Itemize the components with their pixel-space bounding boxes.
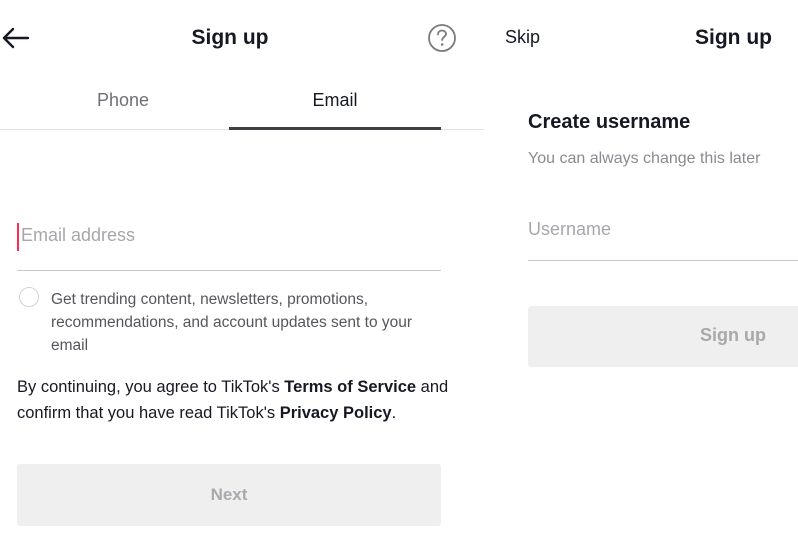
legal-suffix: .: [391, 403, 397, 422]
skip-button[interactable]: Skip: [505, 27, 540, 48]
create-username-heading: Create username: [528, 111, 691, 133]
legal-notice: By continuing, you agree to TikTok's Ter…: [17, 375, 457, 426]
legal-prefix: By continuing, you agree to TikTok's: [17, 378, 285, 396]
privacy-policy-link[interactable]: Privacy Policy: [280, 404, 392, 422]
signup-email-screen: Sign up Phone Email Email address Get tr…: [0, 0, 484, 536]
terms-of-service-link[interactable]: Terms of Service: [284, 378, 416, 396]
tab-email[interactable]: Email: [270, 90, 400, 111]
tab-phone[interactable]: Phone: [60, 90, 186, 111]
question-circle-icon[interactable]: [427, 23, 457, 53]
create-username-screen: Skip Sign up Create username You can alw…: [484, 0, 798, 536]
signup-button-label: Sign up: [700, 325, 766, 345]
active-tab-indicator: [229, 127, 441, 130]
text-caret: [17, 223, 19, 251]
next-button[interactable]: Next: [17, 464, 441, 526]
optin-label: Get trending content, newsletters, promo…: [51, 291, 413, 354]
email-field[interactable]: Email address: [17, 214, 441, 271]
page-title: Sign up: [191, 26, 269, 49]
create-username-subtext: You can always change this later: [528, 150, 761, 167]
page-title-right: Sign up: [695, 26, 772, 49]
username-placeholder: Username: [528, 219, 612, 239]
email-placeholder: Email address: [21, 225, 136, 245]
signup-button[interactable]: Sign up: [528, 306, 798, 367]
optin-radio[interactable]: [19, 287, 39, 307]
arrow-left-icon[interactable]: [0, 22, 32, 54]
username-field[interactable]: Username: [528, 205, 798, 261]
app-root: Sign up Phone Email Email address Get tr…: [0, 0, 798, 536]
